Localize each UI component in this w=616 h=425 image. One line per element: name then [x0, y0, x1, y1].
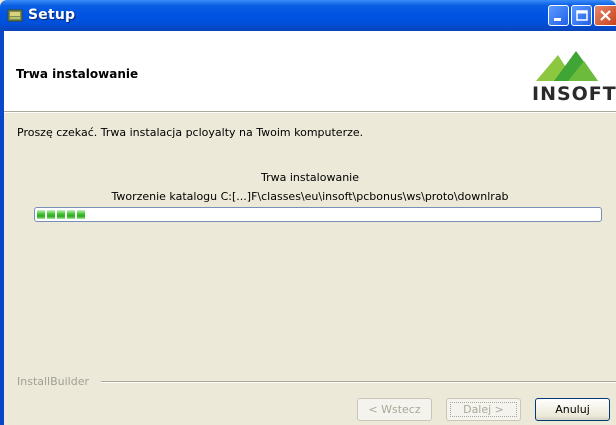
header-panel: Trwa instalowanie INSOFT — [4, 31, 616, 111]
progress-block — [57, 210, 65, 219]
progress-block — [37, 210, 45, 219]
progress-block — [47, 210, 55, 219]
insoft-logo: INSOFT — [532, 47, 616, 107]
status-title: Trwa instalowanie — [261, 171, 359, 184]
progress-fill — [37, 210, 85, 219]
install-description: Proszę czekać. Trwa instalacja pcloyalty… — [17, 126, 364, 139]
minimize-button[interactable] — [548, 5, 569, 26]
progress-bar — [34, 207, 602, 222]
next-button[interactable]: Dalej > — [446, 398, 521, 421]
close-button[interactable] — [594, 5, 616, 26]
page-title: Trwa instalowanie — [16, 67, 139, 81]
minimize-icon — [554, 18, 561, 21]
progress-block — [67, 210, 75, 219]
status-detail: Tworzenie katalogu C:[...]F\classes\eu\i… — [111, 190, 509, 203]
setup-window: Setup Trwa instalowanie INSOFT Proszę cz… — [0, 0, 616, 425]
focus-rect — [450, 402, 517, 417]
setup-icon — [7, 7, 23, 23]
title-bar[interactable]: Setup — [0, 0, 616, 31]
progress-block — [77, 210, 85, 219]
installbuilder-brand: InstallBuilder — [17, 375, 90, 388]
logo-text: INSOFT — [532, 83, 616, 105]
footer-divider — [101, 381, 616, 383]
close-icon — [600, 10, 611, 21]
maximize-icon — [576, 10, 588, 21]
maximize-button[interactable] — [571, 5, 592, 26]
window-title: Setup — [28, 7, 76, 23]
back-button[interactable]: < Wstecz — [357, 398, 432, 421]
header-divider — [4, 111, 616, 113]
cancel-button[interactable]: Anuluj — [535, 398, 610, 421]
mountain-logo-icon — [536, 51, 598, 81]
